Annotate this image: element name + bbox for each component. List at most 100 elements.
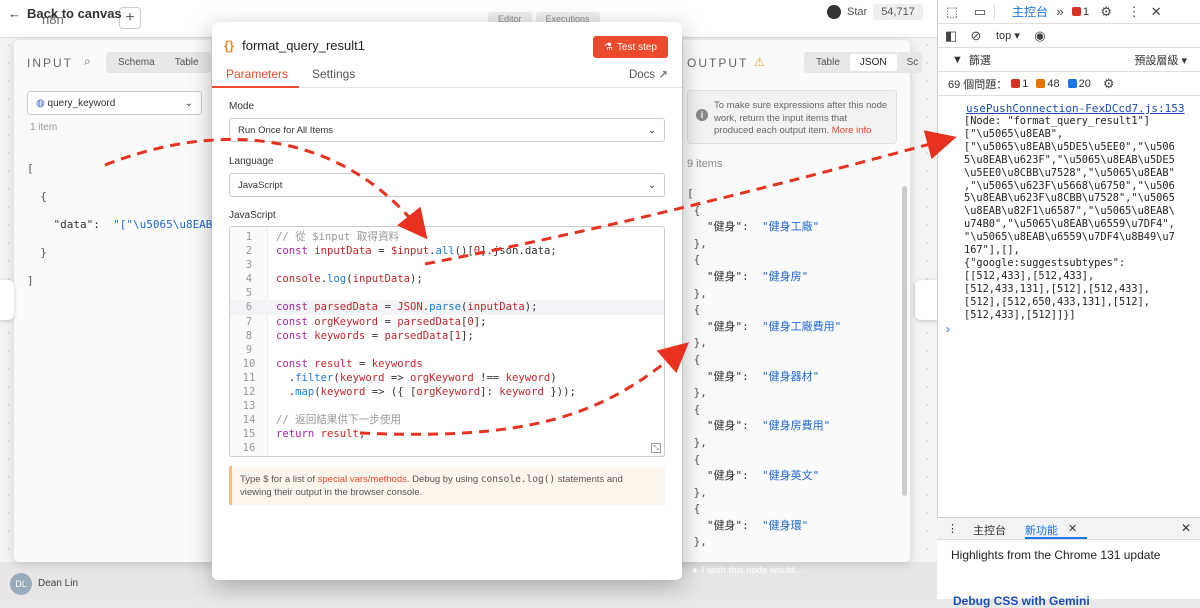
code-braces-icon: {}	[224, 38, 235, 53]
eye-icon[interactable]: ◉	[1020, 28, 1060, 44]
issues-warning: 48	[1036, 78, 1060, 90]
console-line: \u5EE0\u8CBB\u7528","\u5065\u8EAB"	[964, 166, 1175, 179]
back-to-canvas-button[interactable]: ← Back to canvas	[8, 6, 122, 21]
left-panel-toggle[interactable]	[0, 280, 14, 320]
search-icon[interactable]: ⌕	[84, 54, 91, 69]
gear-icon[interactable]: ⚙	[1089, 4, 1123, 20]
add-button[interactable]: +	[119, 7, 141, 29]
test-step-label: Test step	[616, 41, 657, 53]
test-step-button[interactable]: ⚗ Test step	[593, 36, 668, 58]
tab-schema[interactable]: Sc	[897, 54, 921, 71]
active-tab-indicator	[212, 86, 299, 88]
more-tabs-icon[interactable]: »	[1048, 4, 1072, 19]
inspect-icon[interactable]: ⬚	[938, 4, 966, 20]
json-line: {	[687, 253, 701, 267]
docs-link[interactable]: Docs ↗	[629, 67, 668, 81]
issues-info: 20	[1067, 78, 1091, 90]
levels-select[interactable]: 預設層級 ▾	[1134, 52, 1187, 68]
levels-value: 預設層級	[1134, 54, 1179, 67]
tab-parameters[interactable]: Parameters	[226, 67, 288, 81]
json-key: "健身":	[706, 469, 749, 483]
drawer-tab-whats-new[interactable]: 新功能	[1025, 522, 1058, 538]
json-line: "data": "["\u5065\u8EAB"	[27, 218, 219, 232]
issues-label: 69 個問題：	[948, 78, 1008, 91]
drawer-tabs: ⋮ 主控台 新功能 ✕ ✕	[937, 518, 1200, 540]
flask-icon: ⚗	[604, 41, 613, 53]
json-line: "健身": "健身工廠費用"	[687, 319, 841, 336]
node-name[interactable]: format_query_result1	[242, 38, 365, 53]
json-key: "健身":	[706, 220, 749, 234]
tab-console[interactable]: 主控台	[1012, 3, 1048, 20]
back-label: Back to canvas	[27, 6, 122, 21]
code-line: 11 .filter(keyword => orgKeyword !== key…	[242, 371, 557, 384]
tab-json[interactable]: JSON	[849, 54, 897, 71]
code-line: 9	[245, 343, 253, 356]
filter-input[interactable]: 篩選	[969, 52, 991, 68]
right-panel-toggle[interactable]	[915, 280, 937, 320]
more-info-link[interactable]: More info	[832, 125, 872, 136]
code-line: 8 const keywords = parsedData[1];	[245, 329, 474, 342]
tab-settings[interactable]: Settings	[312, 67, 355, 81]
feedback-note[interactable]: ● I wish this node would...	[692, 565, 803, 576]
json-line: {	[27, 190, 47, 203]
close-icon[interactable]: ✕	[1181, 521, 1191, 535]
input-node-select[interactable]: ◍ query_keyword ⌄	[27, 91, 202, 115]
warning-icon[interactable]: ⚠	[754, 55, 765, 69]
console-line: 167"],[],	[964, 244, 1020, 257]
json-line: ]	[27, 274, 34, 287]
star-count: 54,717	[873, 4, 923, 20]
selected-node: query_keyword	[47, 97, 116, 109]
avatar[interactable]: DL	[10, 573, 32, 595]
info-icon: i	[696, 109, 708, 121]
input-header: INPUT	[27, 56, 73, 70]
error-icon	[1011, 79, 1021, 88]
warning-icon	[1036, 79, 1046, 88]
clear-icon[interactable]: ⊘	[964, 28, 988, 44]
code-editor[interactable]: 1// 從 $input 取得資料 2 const inputData = $in…	[229, 226, 665, 457]
sidebar-toggle-icon[interactable]: ◧	[938, 28, 964, 44]
kebab-menu-icon[interactable]: ⋮	[1123, 4, 1145, 20]
expand-icon[interactable]: ⤡	[651, 443, 661, 453]
context-value: top	[996, 30, 1012, 42]
json-line: "健身": "健身房費用"	[687, 418, 841, 435]
drawer-subheading[interactable]: Debug CSS with Gemini	[953, 594, 1090, 608]
json-line: },	[687, 286, 707, 300]
mode-select[interactable]: Run Once for All Items ⌄	[229, 118, 665, 142]
json-key: "健身":	[706, 319, 749, 333]
gear-icon[interactable]: ⚙	[1103, 76, 1115, 92]
console-prompt-icon[interactable]: ›	[946, 322, 950, 336]
special-vars-link[interactable]: special vars/methods	[318, 474, 407, 485]
json-line: }	[27, 246, 47, 259]
json-key: "健身":	[706, 419, 749, 433]
arrow-left-icon: ←	[8, 6, 21, 21]
tab-table[interactable]: Table	[165, 54, 209, 71]
json-key: "健身":	[706, 518, 749, 532]
hint-text: . Debug by using	[406, 474, 481, 485]
issues-row[interactable]: 69 個問題： 1 48 20 ⚙	[938, 72, 1200, 96]
console-line: [512,433],[512]]}]	[964, 308, 1076, 321]
drawer-tab-console[interactable]: 主控台	[973, 522, 1006, 538]
user-name: Dean Lin	[38, 578, 79, 589]
error-badge[interactable]: 1	[1072, 6, 1089, 18]
json-value: "健身工廠"	[762, 220, 820, 234]
language-select[interactable]: JavaScript ⌄	[229, 173, 665, 197]
json-line: "健身": "健身房"	[687, 269, 841, 286]
device-icon[interactable]: ▭	[966, 4, 994, 20]
code-line: 16	[242, 442, 256, 455]
tab-table[interactable]: Table	[806, 54, 850, 71]
code-label: JavaScript	[229, 210, 276, 221]
console-line: [Node: "format_query_result1"]	[964, 115, 1150, 127]
close-icon[interactable]: ✕	[1145, 4, 1167, 20]
tab-schema[interactable]: Schema	[108, 54, 165, 71]
close-icon[interactable]: ✕	[1068, 522, 1077, 535]
console-line: 5\u8EAB\u623F","\u5065\u8EAB\u5DE5	[964, 153, 1175, 166]
console-line: "\u5065\u8EAB\u6559\u7DF4\u8B49\u7	[964, 231, 1175, 244]
context-select[interactable]: top ▾	[996, 29, 1020, 42]
console-source-link[interactable]: usePushConnection-FexDCcd7.js:153	[966, 102, 1185, 115]
json-value: "健身環"	[762, 518, 809, 532]
scrollbar[interactable]	[902, 186, 907, 496]
github-star[interactable]: Star 54,717	[827, 4, 923, 20]
json-value: "健身器材"	[762, 369, 820, 383]
kebab-menu-icon[interactable]: ⋮	[947, 522, 958, 535]
console-line: {"google:suggestsubtypes":	[964, 256, 1126, 269]
